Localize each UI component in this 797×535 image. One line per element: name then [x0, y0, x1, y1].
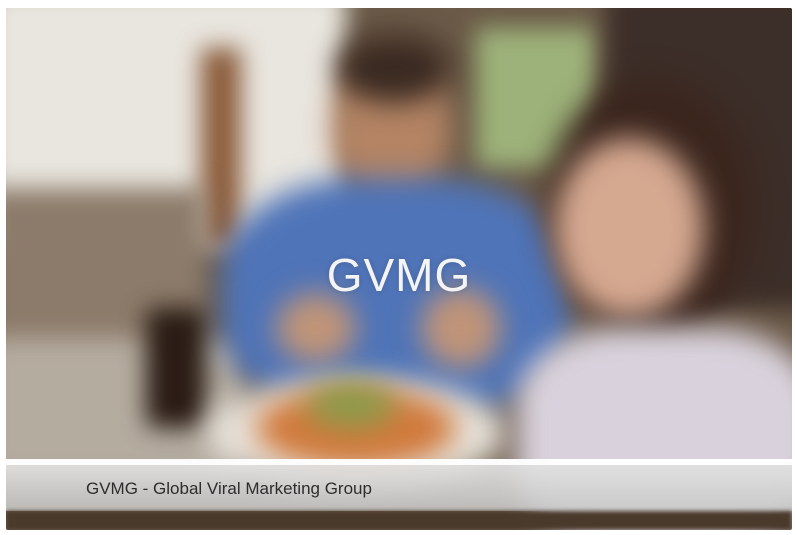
photo-bottom-strip [6, 511, 792, 530]
man-hair [336, 33, 451, 103]
center-logo-text: GVMG [326, 249, 472, 301]
caption-text: GVMG - Global Viral Marketing Group [86, 479, 372, 498]
drink-glass [146, 308, 206, 428]
slideshow-frame[interactable]: GVMG GVMG - Global Viral Marketing Group [6, 8, 792, 530]
man-hands [276, 293, 356, 363]
caption-bar: GVMG - Global Viral Marketing Group [6, 459, 792, 511]
left-bottom [6, 338, 246, 478]
window-pillar [201, 48, 241, 248]
food-green [306, 383, 396, 428]
